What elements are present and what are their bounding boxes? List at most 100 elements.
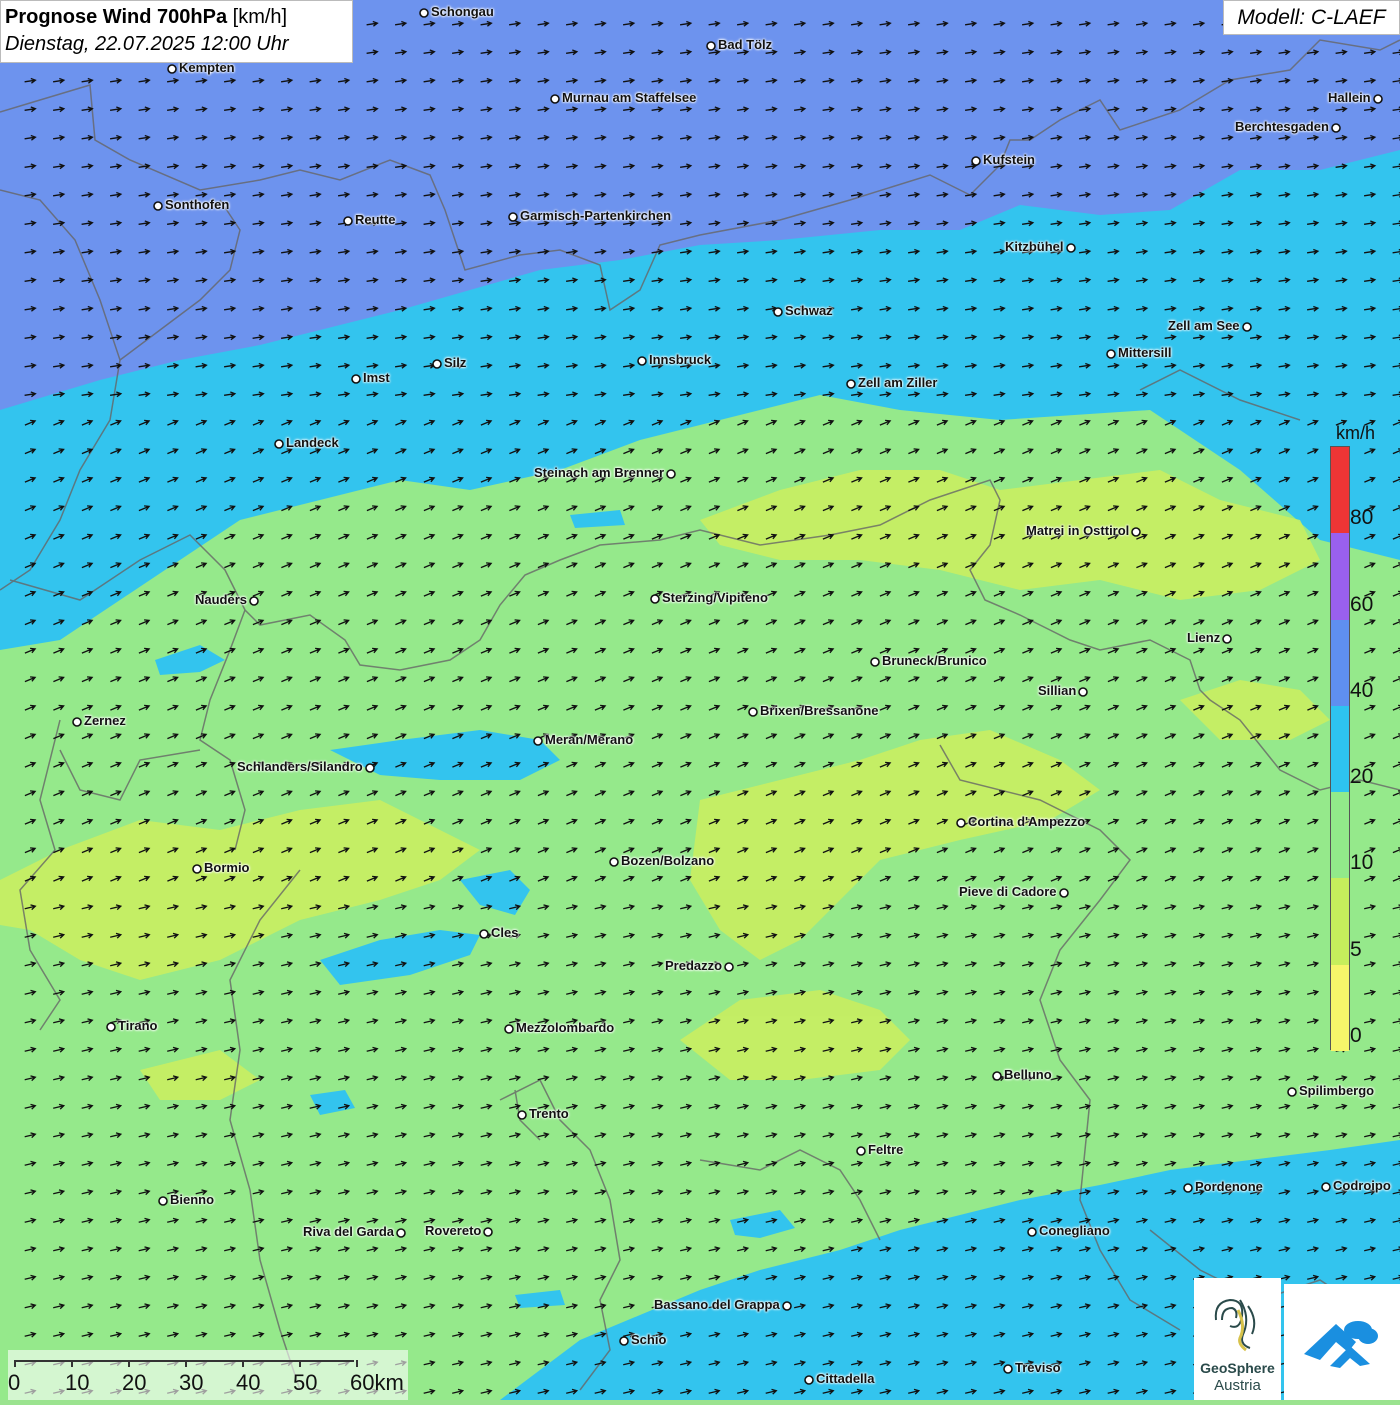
city-marker	[666, 469, 676, 479]
city-label: Lienz	[1187, 630, 1221, 645]
city-marker	[846, 379, 856, 389]
city-label: Brixen/Bressanone	[760, 703, 879, 718]
city-label: Bormio	[204, 860, 250, 875]
city-marker	[856, 1146, 866, 1156]
scale-label: 50	[293, 1370, 318, 1395]
city-label: Cittadella	[816, 1371, 875, 1386]
city-label: Bozen/Bolzano	[621, 853, 715, 868]
city-marker	[274, 439, 284, 449]
city-label: Feltre	[868, 1142, 904, 1157]
cloud-mountain-icon	[1304, 1321, 1378, 1368]
city-marker	[1222, 634, 1232, 644]
city-marker	[483, 1227, 493, 1237]
city-label: Meran/Merano	[545, 732, 634, 747]
city-label: Sillian	[1038, 683, 1077, 698]
city-marker	[773, 307, 783, 317]
city-marker	[504, 1024, 514, 1034]
city-label: Conegliano	[1039, 1223, 1110, 1238]
city-label: Imst	[363, 370, 390, 385]
city-label: Reutte	[355, 212, 396, 227]
city-label: Rovereto	[425, 1223, 482, 1238]
city-marker	[804, 1375, 814, 1385]
city-marker	[1242, 322, 1252, 332]
city-marker	[72, 717, 82, 727]
city-label: Tirano	[118, 1018, 158, 1033]
city-marker	[650, 594, 660, 604]
legend-label: 0	[1350, 1024, 1362, 1047]
city-marker	[106, 1022, 116, 1032]
geosphere-name: GeoSphere	[1200, 1360, 1275, 1376]
city-marker	[153, 201, 163, 211]
city-marker	[971, 156, 981, 166]
scale-label: 20	[122, 1370, 147, 1395]
scale-label: 30	[179, 1370, 204, 1395]
city-marker	[1287, 1087, 1297, 1097]
scale-tick	[242, 1360, 244, 1367]
city-label: Schongau	[431, 4, 494, 19]
legend-swatch	[1331, 447, 1349, 534]
city-marker	[158, 1196, 168, 1206]
city-marker	[1106, 349, 1116, 359]
city-label: Schio	[631, 1332, 667, 1347]
city-label: Innsbruck	[649, 352, 712, 367]
scale-line	[14, 1360, 354, 1362]
city-marker	[992, 1071, 1002, 1081]
city-marker	[1066, 243, 1076, 253]
city-label: Cortina d'Ampezzo	[968, 814, 1086, 829]
city-label: Mezzolombardo	[516, 1020, 615, 1035]
map-title: Prognose Wind 700hPa [km/h]	[5, 4, 348, 31]
city-marker	[479, 929, 489, 939]
legend-swatch	[1331, 878, 1349, 965]
city-marker	[748, 707, 758, 717]
legend-swatch	[1331, 619, 1349, 706]
city-label: Zell am Ziller	[858, 375, 938, 390]
weather-app-logo	[1284, 1284, 1400, 1400]
city-marker	[508, 212, 518, 222]
city-marker	[782, 1301, 792, 1311]
city-label: Berchtesgaden	[1235, 119, 1329, 134]
city-label: Pieve di Cadore	[959, 884, 1057, 899]
geosphere-logo: GeoSphere Austria	[1194, 1278, 1281, 1400]
city-label: Cles	[491, 925, 519, 940]
scale-label: 60km	[350, 1370, 404, 1395]
city-marker	[637, 356, 647, 366]
legend-label: 20	[1350, 765, 1374, 789]
city-label: Treviso	[1015, 1360, 1061, 1375]
city-marker	[1059, 888, 1069, 898]
city-label: Pordenone	[1195, 1179, 1263, 1194]
city-marker	[343, 216, 353, 226]
scale-label: 0	[8, 1370, 21, 1395]
city-marker	[167, 64, 177, 74]
city-label: Sonthofen	[165, 197, 230, 212]
scale-tick	[14, 1360, 16, 1367]
city-label: Sterzing/Vipiteno	[662, 590, 768, 605]
scale-label: 40	[236, 1370, 261, 1395]
city-marker	[1027, 1227, 1037, 1237]
city-marker	[192, 864, 202, 874]
city-marker	[396, 1228, 406, 1238]
city-marker	[870, 657, 880, 667]
city-marker	[956, 818, 966, 828]
city-marker	[533, 736, 543, 746]
city-marker	[706, 41, 716, 51]
city-marker	[724, 962, 734, 972]
geosphere-emblem-icon	[1214, 1298, 1256, 1352]
city-marker	[1003, 1364, 1013, 1374]
city-label: Codroipo	[1333, 1178, 1391, 1193]
scale-tick	[128, 1360, 130, 1367]
city-marker	[1373, 94, 1383, 104]
title-unit: [km/h]	[227, 6, 288, 28]
city-label: Bassano del Grappa	[654, 1297, 780, 1312]
city-marker	[609, 857, 619, 867]
city-label: Bruneck/Brunico	[882, 653, 987, 668]
city-label: Hallein	[1328, 90, 1371, 105]
city-marker	[365, 763, 375, 773]
city-marker	[1183, 1183, 1193, 1193]
city-label: Murnau am Staffelsee	[562, 90, 697, 105]
city-label: Landeck	[286, 435, 339, 450]
city-label: Zell am See	[1168, 318, 1240, 333]
city-label: Trento	[529, 1106, 569, 1121]
scale-label: 10	[65, 1370, 90, 1395]
scale-tick	[185, 1360, 187, 1367]
legend-label: 80	[1350, 506, 1374, 530]
